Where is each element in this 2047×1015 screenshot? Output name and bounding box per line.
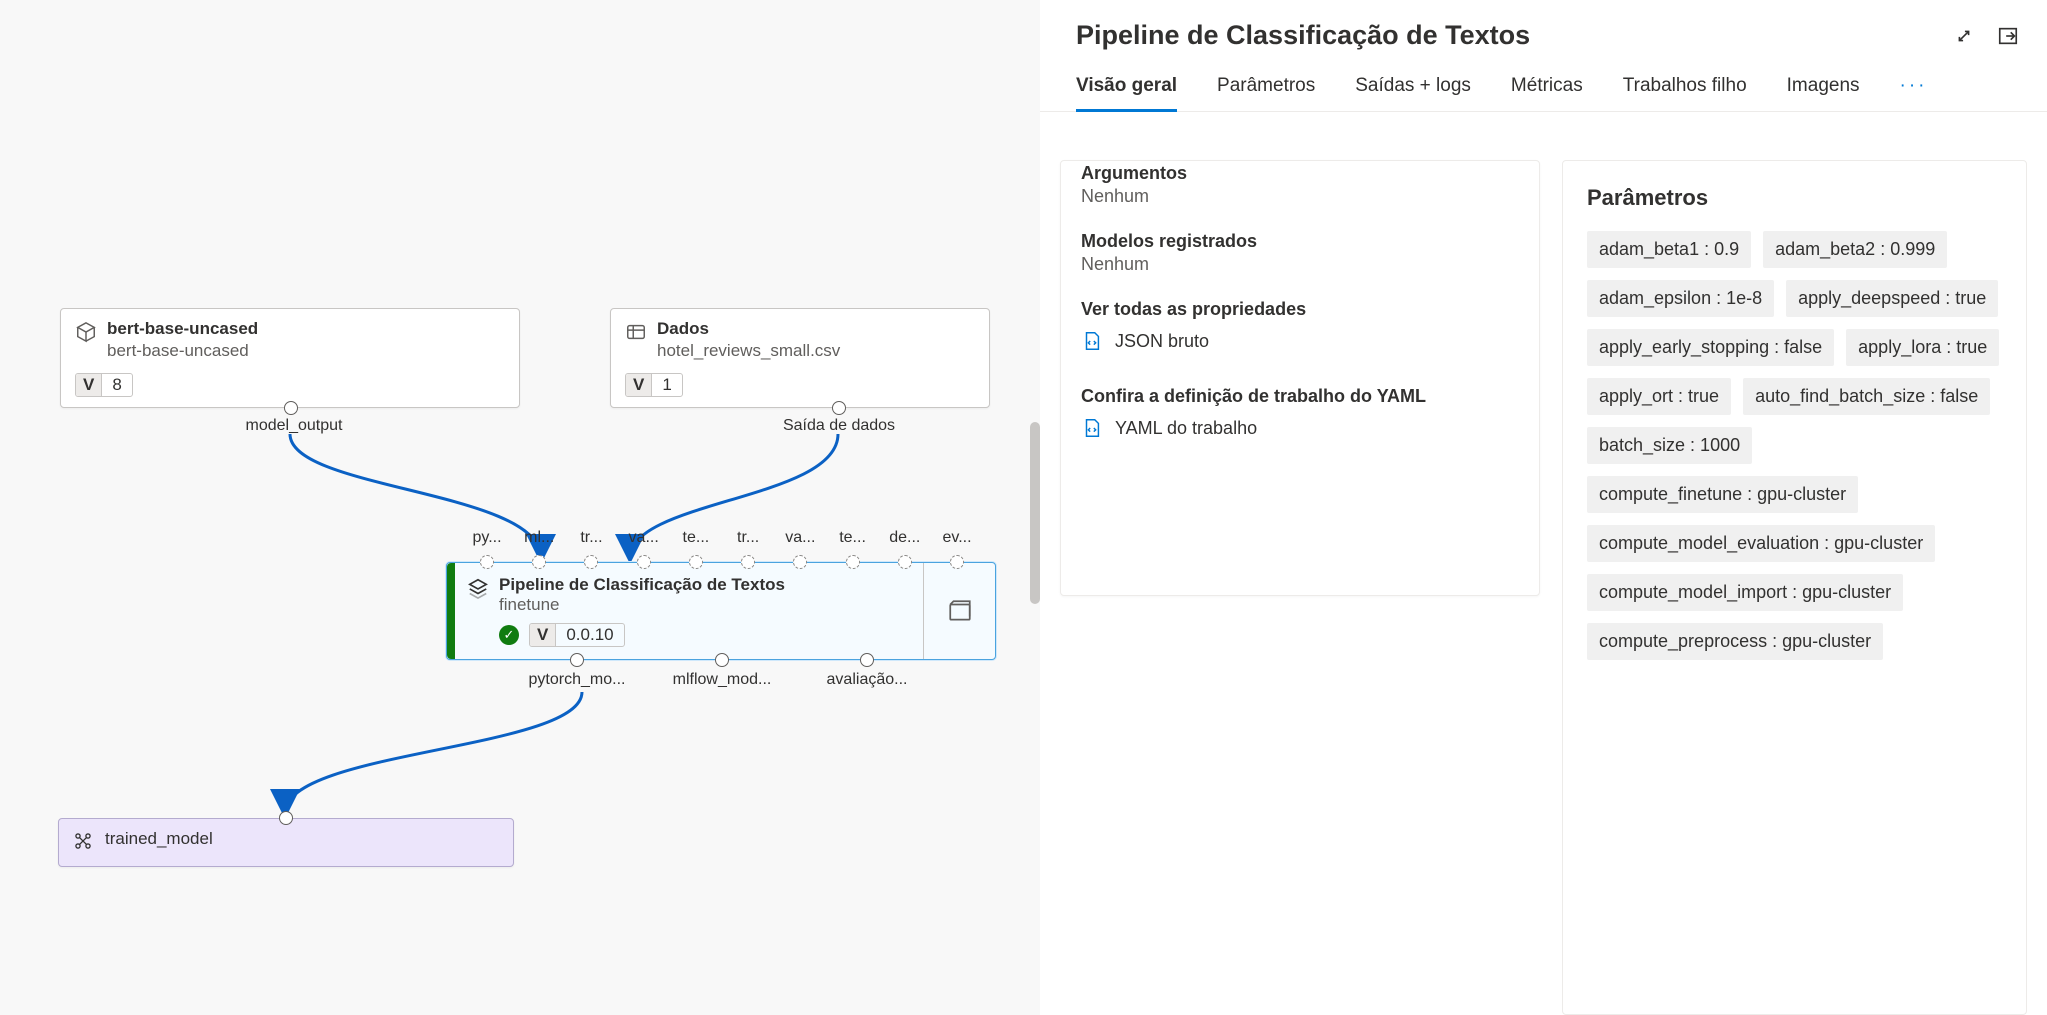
output-port[interactable] (832, 401, 846, 415)
expand-icon[interactable] (1953, 25, 1975, 47)
input-port[interactable] (741, 555, 755, 569)
input-port-label: ml... (524, 529, 554, 547)
output-port-label: mlflow_mod... (673, 671, 772, 689)
node-title: trained_model (105, 829, 499, 849)
code-file-icon (1081, 417, 1103, 439)
param-chip[interactable]: adam_epsilon : 1e-8 (1587, 280, 1774, 317)
status-bar (447, 563, 455, 659)
output-port[interactable] (715, 653, 729, 667)
overview-card: Argumentos Nenhum Modelos registrados Ne… (1060, 160, 1540, 596)
param-chip[interactable]: compute_model_evaluation : gpu-cluster (1587, 525, 1935, 562)
output-port[interactable] (860, 653, 874, 667)
tab-trabalhos-filho[interactable]: Trabalhos filho (1623, 75, 1747, 111)
node-title: bert-base-uncased (107, 319, 505, 339)
panel-title: Pipeline de Classificação de Textos (1076, 20, 1953, 51)
model-icon (73, 829, 95, 856)
tab-par-metros[interactable]: Parâmetros (1217, 75, 1315, 111)
param-chip[interactable]: batch_size : 1000 (1587, 427, 1752, 464)
tab-vis-o-geral[interactable]: Visão geral (1076, 75, 1177, 112)
input-port-label: tr... (737, 529, 759, 547)
input-port[interactable] (637, 555, 651, 569)
open-details-button[interactable] (923, 563, 995, 659)
parameters-heading: Parâmetros (1587, 185, 2002, 211)
registered-models-value: Nenhum (1081, 254, 1519, 275)
panel-collapse-icon[interactable] (1997, 25, 2019, 47)
input-port[interactable] (480, 555, 494, 569)
status-check-icon: ✓ (499, 625, 519, 645)
param-chip[interactable]: adam_beta2 : 0.999 (1763, 231, 1947, 268)
yaml-link[interactable]: YAML do trabalho (1081, 417, 1519, 439)
parameters-card: Parâmetros adam_beta1 : 0.9 adam_beta2 : … (1562, 160, 2027, 1015)
yaml-def-heading: Confira a definição de trabalho do YAML (1081, 386, 1519, 407)
node-title: Dados (657, 319, 975, 339)
param-chip[interactable]: adam_beta1 : 0.9 (1587, 231, 1751, 268)
input-port[interactable] (950, 555, 964, 569)
dataset-icon (625, 319, 647, 348)
output-port-label: model_output (246, 417, 343, 435)
version-badge: V 0.0.10 (529, 623, 625, 647)
node-bert[interactable]: bert-base-uncased bert-base-uncased V 8 … (60, 308, 520, 408)
arguments-value: Nenhum (1081, 186, 1519, 207)
input-port[interactable] (279, 811, 293, 825)
tabs-overflow-button[interactable]: ··· (1900, 75, 1928, 111)
node-data[interactable]: Dados hotel_reviews_small.csv V 1 Saída … (610, 308, 990, 408)
param-chip[interactable]: compute_preprocess : gpu-cluster (1587, 623, 1883, 660)
output-port-label: Saída de dados (783, 417, 895, 435)
param-chip[interactable]: apply_deepspeed : true (1786, 280, 1998, 317)
input-port-label: tr... (580, 529, 602, 547)
pipeline-canvas[interactable]: bert-base-uncased bert-base-uncased V 8 … (0, 0, 1040, 1015)
input-port-label: va... (785, 529, 815, 547)
node-title: Pipeline de Classificação de Textos (499, 575, 785, 595)
input-port-label: ev... (942, 529, 971, 547)
stack-icon (467, 575, 489, 604)
raw-json-label: JSON bruto (1115, 331, 1209, 352)
output-port-label: avaliação... (827, 671, 908, 689)
input-port[interactable] (689, 555, 703, 569)
tabs: Visão geral Parâmetros Saídas + logs Métric… (1040, 59, 2047, 112)
node-subtitle: finetune (499, 595, 785, 615)
tab-imagens[interactable]: Imagens (1787, 75, 1860, 111)
param-chip[interactable]: apply_early_stopping : false (1587, 329, 1834, 366)
cube-icon (75, 319, 97, 348)
tab-m-tricas[interactable]: Métricas (1511, 75, 1583, 111)
input-port-label: va... (629, 529, 659, 547)
input-port-label: py... (472, 529, 501, 547)
registered-models-heading: Modelos registrados (1081, 231, 1519, 252)
node-trained-model[interactable]: trained_model (58, 818, 514, 867)
input-port-label: de... (889, 529, 920, 547)
node-subtitle: bert-base-uncased (107, 341, 505, 361)
output-port[interactable] (284, 401, 298, 415)
input-port[interactable] (898, 555, 912, 569)
param-chip[interactable]: apply_ort : true (1587, 378, 1731, 415)
param-chip[interactable]: compute_finetune : gpu-cluster (1587, 476, 1858, 513)
output-port-label: pytorch_mo... (529, 671, 626, 689)
arguments-heading: Argumentos (1081, 163, 1519, 184)
node-subtitle: hotel_reviews_small.csv (657, 341, 975, 361)
details-panel: Pipeline de Classificação de Textos Visã… (1040, 0, 2047, 1015)
raw-json-link[interactable]: JSON bruto (1081, 330, 1519, 352)
version-badge: V 1 (625, 373, 683, 397)
all-properties-heading: Ver todas as propriedades (1081, 299, 1519, 320)
yaml-link-label: YAML do trabalho (1115, 418, 1257, 439)
code-file-icon (1081, 330, 1103, 352)
input-port-label: te... (839, 529, 866, 547)
version-badge: V 8 (75, 373, 133, 397)
param-chip[interactable]: auto_find_batch_size : false (1743, 378, 1990, 415)
input-port[interactable] (846, 555, 860, 569)
output-port[interactable] (570, 653, 584, 667)
node-pipeline[interactable]: Pipeline de Classificação de Textos fine… (446, 562, 996, 660)
input-port-label: te... (683, 529, 710, 547)
canvas-scrollbar[interactable] (1030, 422, 1040, 604)
param-chip[interactable]: apply_lora : true (1846, 329, 1999, 366)
param-chip[interactable]: compute_model_import : gpu-cluster (1587, 574, 1903, 611)
tab-sa-das-logs[interactable]: Saídas + logs (1355, 75, 1471, 111)
